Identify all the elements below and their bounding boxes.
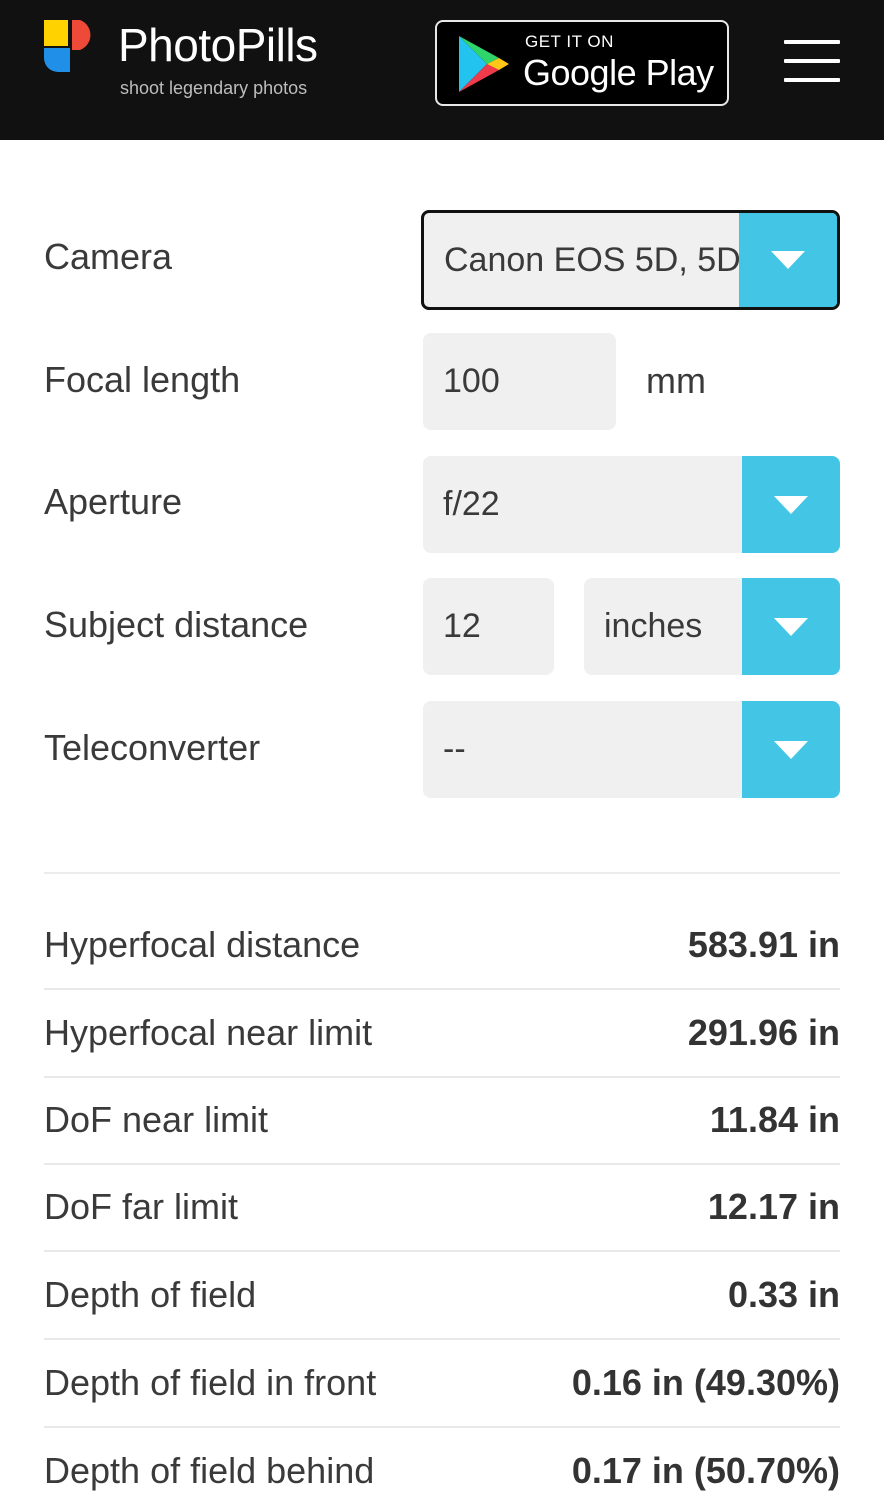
focal-length-input[interactable]: 100 xyxy=(423,333,616,430)
result-value: 0.16 in (49.30%) xyxy=(571,1362,840,1403)
result-row-dof-in-front: Depth of field in front 0.16 in (49.30%) xyxy=(44,1340,840,1428)
result-value: 291.96 in xyxy=(687,1012,840,1053)
result-row-dof-behind: Depth of field behind 0.17 in (50.70%) xyxy=(44,1427,840,1500)
result-value: 11.84 in xyxy=(709,1099,840,1140)
result-row-dof-near-limit: DoF near limit 11.84 in xyxy=(44,1077,840,1165)
camera-select-value: Canon EOS 5D, 5D Mark II xyxy=(444,240,739,279)
result-value: 12.17 in xyxy=(707,1186,840,1227)
chevron-down-icon[interactable] xyxy=(742,456,840,553)
result-row-hyperfocal-distance: Hyperfocal distance 583.91 in xyxy=(44,902,840,990)
chevron-down-icon[interactable] xyxy=(739,213,837,307)
result-value: 0.17 in (50.70%) xyxy=(571,1450,840,1491)
camera-select[interactable]: Canon EOS 5D, 5D Mark II xyxy=(421,210,840,310)
focal-length-label: Focal length xyxy=(44,359,241,400)
play-badge-small-text: GET IT ON xyxy=(525,32,614,51)
subject-distance-input[interactable]: 12 xyxy=(423,578,554,675)
focal-length-value: 100 xyxy=(443,362,500,400)
brand-name[interactable]: PhotoPills xyxy=(118,18,318,72)
subject-distance-value: 12 xyxy=(443,607,481,645)
result-row-dof-far-limit: DoF far limit 12.17 in xyxy=(44,1164,840,1252)
hamburger-menu-icon[interactable] xyxy=(784,40,840,82)
brand-tagline: shoot legendary photos xyxy=(120,78,308,98)
distance-unit-value: inches xyxy=(604,607,703,645)
google-play-badge-button[interactable]: GET IT ON Google Play xyxy=(435,20,729,106)
camera-label: Camera xyxy=(44,236,173,277)
chevron-down-icon[interactable] xyxy=(742,578,840,675)
section-divider xyxy=(44,872,840,874)
aperture-label: Aperture xyxy=(44,481,183,522)
play-badge-big-text: Google Play xyxy=(523,52,714,93)
result-value: 583.91 in xyxy=(687,924,840,965)
result-label: Hyperfocal near limit xyxy=(44,1012,373,1053)
google-play-icon xyxy=(459,36,509,92)
result-label: DoF near limit xyxy=(44,1099,269,1140)
teleconverter-value: -- xyxy=(443,730,466,768)
teleconverter-label: Teleconverter xyxy=(44,727,261,768)
top-header: PhotoPills shoot legendary photos GET IT… xyxy=(0,0,884,140)
result-row-hyperfocal-near-limit: Hyperfocal near limit 291.96 in xyxy=(44,990,840,1078)
distance-unit-select[interactable]: inches xyxy=(584,578,840,675)
result-label: DoF far limit xyxy=(44,1186,239,1227)
result-label: Depth of field in front xyxy=(44,1362,377,1403)
result-value: 0.33 in xyxy=(727,1274,840,1315)
focal-length-unit: mm xyxy=(646,360,706,401)
aperture-value: f/22 xyxy=(443,485,500,523)
chevron-down-icon[interactable] xyxy=(742,701,840,798)
result-label: Hyperfocal distance xyxy=(44,924,361,965)
aperture-select[interactable]: f/22 xyxy=(423,456,840,553)
result-row-depth-of-field: Depth of field 0.33 in xyxy=(44,1252,840,1340)
teleconverter-select[interactable]: -- xyxy=(423,701,840,798)
result-label: Depth of field behind xyxy=(44,1450,375,1491)
result-label: Depth of field xyxy=(44,1274,257,1315)
photopills-logo-icon[interactable] xyxy=(44,20,96,72)
subject-distance-label: Subject distance xyxy=(44,604,309,645)
